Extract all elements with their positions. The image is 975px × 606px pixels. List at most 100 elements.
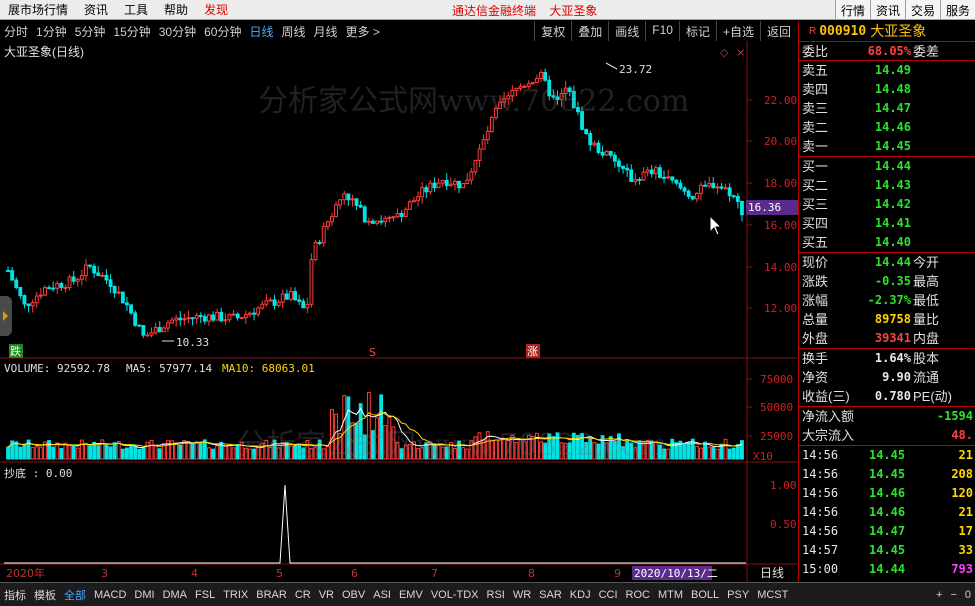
period-30min[interactable]: 30分钟 xyxy=(155,23,200,40)
period-5min[interactable]: 5分钟 xyxy=(71,23,110,40)
volume-bar xyxy=(256,446,261,460)
cursor-date: 2020/10/13/二 xyxy=(634,567,718,580)
news-button[interactable]: 资讯 xyxy=(869,0,905,19)
indicator-tab-指标[interactable]: 指标 xyxy=(0,587,30,603)
indicator-tab-asi[interactable]: ASI xyxy=(369,589,395,601)
period-monthly[interactable]: 月线 xyxy=(310,23,342,40)
reset-tab-icon[interactable]: 0 xyxy=(965,589,971,601)
candle-body xyxy=(30,302,35,307)
ask-row[interactable]: 卖二 14.46 xyxy=(799,118,975,137)
indicator-tab-sar[interactable]: SAR xyxy=(535,589,566,601)
indicator-tab-brar[interactable]: BRAR xyxy=(252,589,291,601)
candle-body xyxy=(264,300,269,305)
indicator-tab-bar: 指标 模板 全部 MACD DMI DMA FSL TRIX BRAR CR VR OBV ASI EMV… xyxy=(0,582,975,606)
indicator-tab-psy[interactable]: PSY xyxy=(723,589,753,601)
bid-label: 买二 xyxy=(802,178,829,193)
candle-body xyxy=(243,313,248,319)
indicator-tab-emv[interactable]: EMV xyxy=(395,589,427,601)
volume-bar xyxy=(67,444,72,460)
indicator-tab-kdj[interactable]: KDJ xyxy=(566,589,595,601)
bid-row[interactable]: 买二 14.43 xyxy=(799,176,975,195)
candle-body xyxy=(489,116,494,132)
candle-body xyxy=(211,314,215,321)
ask-row[interactable]: 卖四 14.48 xyxy=(799,80,975,99)
kline-chart[interactable]: 大亚圣象(日线) ◇ × 22.00 20.00 18.00 16.00 14.… xyxy=(0,41,797,582)
ask-row[interactable]: 卖三 14.47 xyxy=(799,99,975,118)
menu-tools[interactable]: 工具 xyxy=(116,1,156,18)
remove-tab-icon[interactable]: − xyxy=(950,589,956,601)
candle-body xyxy=(6,270,10,273)
menu-help[interactable]: 帮助 xyxy=(156,1,196,18)
indicator-tab-roc[interactable]: ROC xyxy=(622,589,654,601)
f10-button[interactable]: F10 xyxy=(645,21,679,41)
diamond-icon[interactable]: ◇ xyxy=(720,46,729,59)
indicator-tab-模板[interactable]: 模板 xyxy=(30,587,60,603)
candle-body xyxy=(317,241,322,244)
candle-body xyxy=(448,183,453,187)
volume-bar xyxy=(330,409,334,460)
indicator-tab-cr[interactable]: CR xyxy=(291,589,315,601)
period-weekly[interactable]: 周线 xyxy=(277,23,309,40)
indicator-tab-cci[interactable]: CCI xyxy=(595,589,622,601)
volume-bar xyxy=(317,439,322,460)
date-axis-label: 4 xyxy=(191,567,198,580)
candle-body xyxy=(231,313,236,316)
mark-button[interactable]: 标记 xyxy=(678,21,716,41)
bid-row[interactable]: 买一 14.44 xyxy=(799,157,975,176)
candle-body xyxy=(604,150,609,156)
menu-discover[interactable]: 发现 xyxy=(196,1,236,18)
indicator-tab-vr[interactable]: VR xyxy=(315,589,338,601)
flow-label: 净流入额 xyxy=(802,409,855,424)
period-intraday[interactable]: 分时 xyxy=(0,23,32,40)
candle-body xyxy=(88,264,92,267)
period-1min[interactable]: 1分钟 xyxy=(32,23,71,40)
period-more[interactable]: 更多 > xyxy=(342,23,384,40)
tick-list[interactable]: 14:56 14.45 21 14:56 14.45 208 14:56 14.46 120 14… xyxy=(799,446,975,579)
ask-row[interactable]: 卖五 14.49 xyxy=(799,61,975,80)
trade-button[interactable]: 交易 xyxy=(904,0,940,19)
draw-button[interactable]: 画线 xyxy=(608,21,645,41)
indicator-tab-trix[interactable]: TRIX xyxy=(219,589,252,601)
volume-bar xyxy=(567,442,572,460)
menu-news[interactable]: 资讯 xyxy=(76,1,116,18)
add-watchlist-button[interactable]: +自选 xyxy=(715,21,760,41)
candle-body xyxy=(178,317,183,321)
period-daily[interactable]: 日线 xyxy=(245,23,277,40)
indicator-tab-fsl[interactable]: FSL xyxy=(191,589,219,601)
indicator-tab-mtm[interactable]: MTM xyxy=(654,589,687,601)
indicator-tab-dma[interactable]: DMA xyxy=(159,589,191,601)
indicator-tab-dmi[interactable]: DMI xyxy=(130,589,158,601)
close-icon[interactable]: × xyxy=(736,46,745,59)
ask-row[interactable]: 卖一 14.45 xyxy=(799,137,975,156)
candle-body xyxy=(740,200,744,216)
overlay-button[interactable]: 叠加 xyxy=(571,21,608,41)
bid-row[interactable]: 买五 14.40 xyxy=(799,233,975,252)
candle-body xyxy=(555,96,560,101)
bid-row[interactable]: 买三 14.42 xyxy=(799,195,975,214)
candle-body xyxy=(407,201,412,210)
adjust-button[interactable]: 复权 xyxy=(534,21,571,41)
add-tab-icon[interactable]: + xyxy=(936,589,942,601)
indicator-tab-obv[interactable]: OBV xyxy=(338,589,369,601)
volume-bar xyxy=(211,448,215,460)
indicator-tab-全部[interactable]: 全部 xyxy=(60,587,90,603)
candle-body xyxy=(223,319,228,322)
flow-label: 大宗流入 xyxy=(802,428,855,443)
volume-bar xyxy=(272,439,277,460)
indicator-tab-vol-tdx[interactable]: VOL-TDX xyxy=(427,589,483,601)
indicator-tab-mcst[interactable]: MCST xyxy=(753,589,792,601)
indicator-tab-macd[interactable]: MACD xyxy=(90,589,130,601)
menu-market[interactable]: 展市场行情 xyxy=(0,1,76,18)
back-button[interactable]: 返回 xyxy=(759,21,797,41)
side-panel-toggle-icon[interactable] xyxy=(0,296,12,336)
service-button[interactable]: 服务 xyxy=(939,0,975,19)
stat-row: 净资 9.90 流通 xyxy=(799,368,975,387)
indicator-tab-rsi[interactable]: RSI xyxy=(483,589,509,601)
volume-bar xyxy=(453,447,457,460)
period-15min[interactable]: 15分钟 xyxy=(109,23,154,40)
indicator-tab-boll[interactable]: BOLL xyxy=(687,589,723,601)
period-60min[interactable]: 60分钟 xyxy=(200,23,245,40)
quotes-button[interactable]: 行情 xyxy=(834,0,870,19)
bid-row[interactable]: 买四 14.41 xyxy=(799,214,975,233)
indicator-tab-wr[interactable]: WR xyxy=(509,589,535,601)
